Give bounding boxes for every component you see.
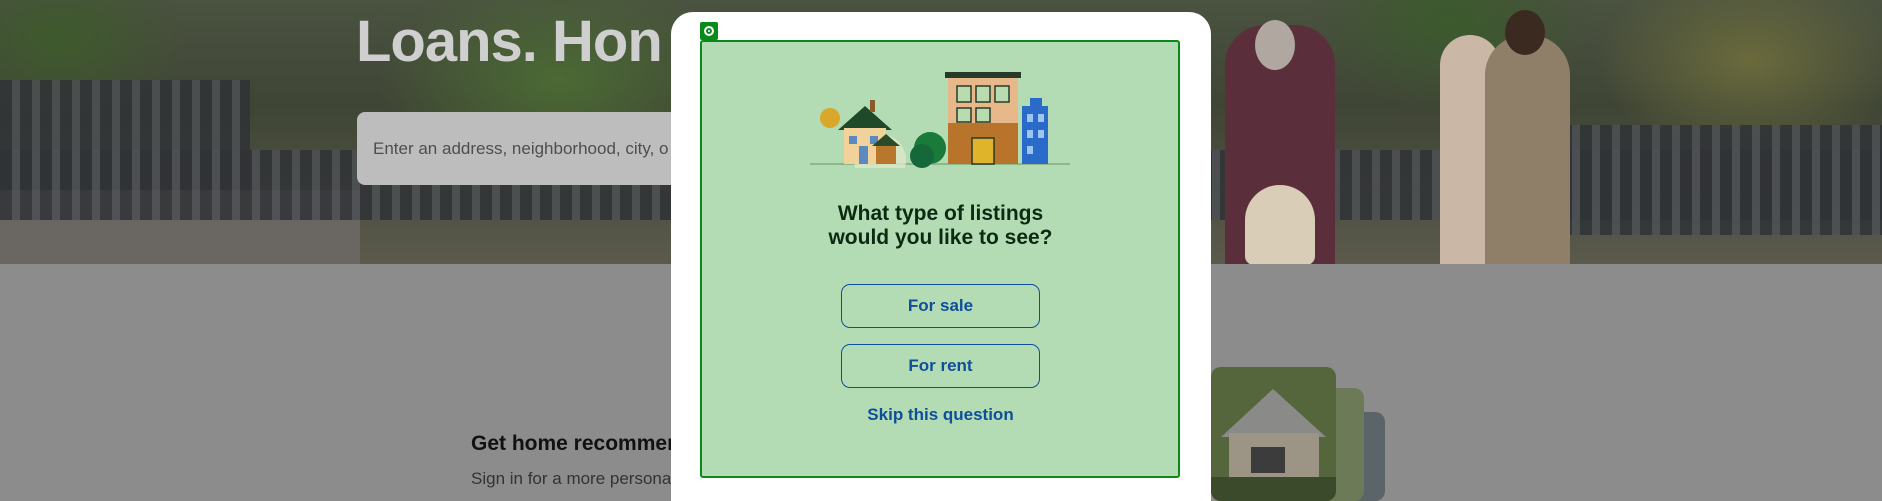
house-photo-card	[1211, 367, 1336, 501]
listing-type-question: What type of listings would you like to …	[700, 202, 1181, 250]
target-icon	[700, 22, 718, 40]
for-sale-button[interactable]: For sale	[841, 284, 1040, 328]
recommendations-subtitle: Sign in for a more persona	[471, 469, 672, 488]
search-placeholder: Enter an address, neighborhood, city, o	[373, 139, 669, 158]
houses-illustration	[810, 72, 1070, 168]
hero-fence-right	[1560, 125, 1882, 235]
question-line-2: would you like to see?	[828, 226, 1053, 249]
hero-title: Loans. Hon	[356, 9, 663, 74]
for-rent-button[interactable]: For rent	[841, 344, 1040, 388]
question-line-1: What type of listings	[837, 202, 1044, 225]
skip-question-link[interactable]: Skip this question	[700, 405, 1181, 425]
hero-people-photo	[1215, 10, 1575, 264]
recommendations-title: Get home recommen	[471, 432, 680, 455]
